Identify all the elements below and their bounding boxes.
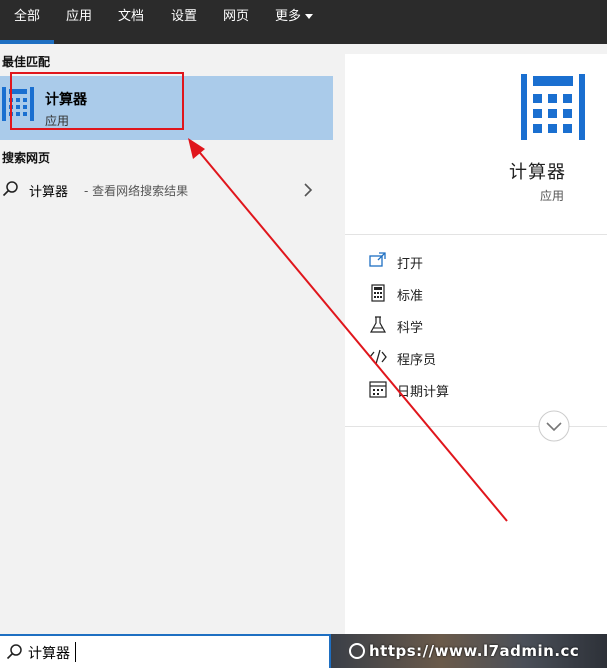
action-programmer[interactable]: 程序员: [369, 346, 589, 370]
action-open[interactable]: 打开: [369, 250, 589, 274]
tab-apps[interactable]: 应用: [66, 0, 92, 44]
best-match-heading: 最佳匹配: [2, 55, 51, 69]
tab-apps-label: 应用: [66, 9, 93, 24]
web-search-heading: 搜索网页: [2, 151, 51, 165]
tab-settings[interactable]: 设置: [171, 0, 197, 44]
tab-documents[interactable]: 文档: [118, 0, 144, 44]
divider: [345, 234, 607, 235]
tab-web-label: 网页: [223, 9, 250, 24]
action-programmer-label: 程序员: [397, 353, 437, 368]
calculator-icon: [521, 74, 585, 140]
action-date-calculation-label: 日期计算: [397, 385, 450, 400]
action-scientific-label: 科学: [397, 321, 424, 336]
flask-icon: [369, 316, 387, 333]
chevron-down-icon: [305, 14, 314, 19]
expand-chevron-down-icon[interactable]: [538, 410, 570, 442]
tab-web[interactable]: 网页: [223, 0, 249, 44]
search-input[interactable]: 计算器: [28, 643, 70, 663]
calendar-icon: [369, 381, 387, 398]
action-standard[interactable]: 标准: [369, 282, 589, 306]
standard-calculator-icon: [371, 284, 385, 302]
app-preview-pane: 计算器 应用 打开 标准 科学 程序员 日期计算: [345, 54, 607, 634]
tab-all[interactable]: 全部: [0, 0, 55, 44]
tab-all-label: 全部: [14, 9, 41, 24]
web-search-result[interactable]: 计算器 - 查看网络搜索结果: [0, 172, 333, 208]
results-pane: 最佳匹配 计算器 应用 搜索网页 计算器 - 查看网络搜索结果: [0, 44, 333, 634]
web-search-hint: - 查看网络搜索结果: [84, 184, 189, 198]
open-icon: [369, 252, 386, 267]
search-icon: [2, 181, 18, 197]
app-title: 计算器: [509, 162, 566, 183]
tab-documents-label: 文档: [118, 9, 145, 24]
app-type-label: 应用: [540, 189, 565, 203]
taskbar: https://www.l7admin.cc: [331, 634, 607, 668]
tab-more[interactable]: 更多: [275, 0, 314, 44]
action-date-calculation[interactable]: 日期计算: [369, 378, 589, 402]
category-tab-bar: 全部 应用 文档 设置 网页 更多: [0, 0, 607, 44]
tab-more-label: 更多: [275, 9, 302, 24]
action-standard-label: 标准: [397, 289, 424, 304]
chevron-right-icon[interactable]: [303, 182, 313, 198]
search-icon: [6, 644, 22, 660]
text-caret: [75, 642, 76, 662]
action-open-label: 打开: [397, 257, 424, 272]
watermark-text: https://www.l7admin.cc: [369, 642, 580, 660]
code-icon: [369, 349, 387, 365]
search-box[interactable]: 计算器: [0, 634, 331, 668]
annotation-highlight-box: [10, 72, 184, 130]
web-search-query: 计算器: [29, 185, 69, 200]
action-scientific[interactable]: 科学: [369, 314, 589, 338]
tab-settings-label: 设置: [171, 9, 198, 24]
cortana-circle-icon[interactable]: [349, 643, 365, 659]
